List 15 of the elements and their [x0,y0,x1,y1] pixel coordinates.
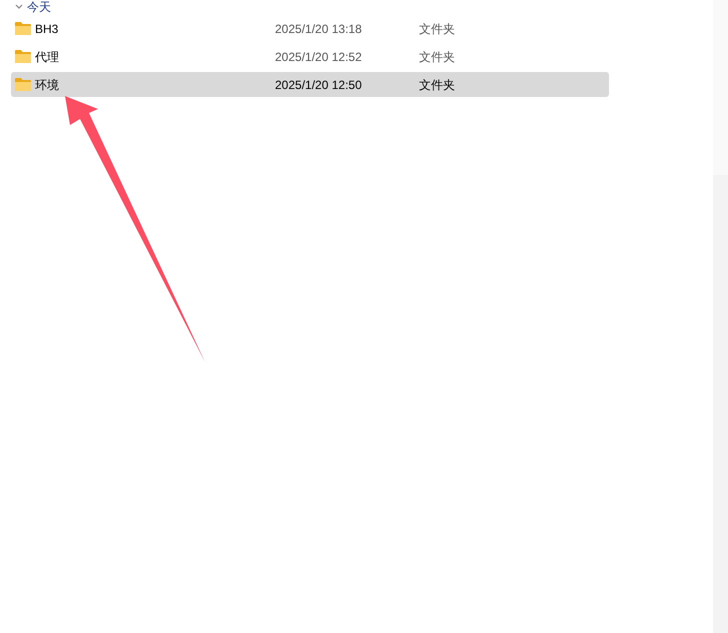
file-type: 文件夹 [419,76,455,94]
file-type: 文件夹 [419,20,455,38]
file-name: BH3 [35,20,60,38]
file-name: 代理 [35,48,60,66]
modified-date: 2025/1/20 12:52 [275,48,363,66]
file-row[interactable]: 环境 2025/1/20 12:50 文件夹 [11,72,609,97]
chevron-icon[interactable] [15,4,23,10]
folder-icon [15,22,31,35]
file-name: 环境 [35,76,60,94]
modified-date: 2025/1/20 13:18 [275,20,363,38]
file-type: 文件夹 [419,48,455,66]
modified-date: 2025/1/20 12:50 [275,76,363,94]
folder-icon [15,78,31,91]
folder-icon [15,50,31,63]
group-header: 今天 [27,1,51,13]
